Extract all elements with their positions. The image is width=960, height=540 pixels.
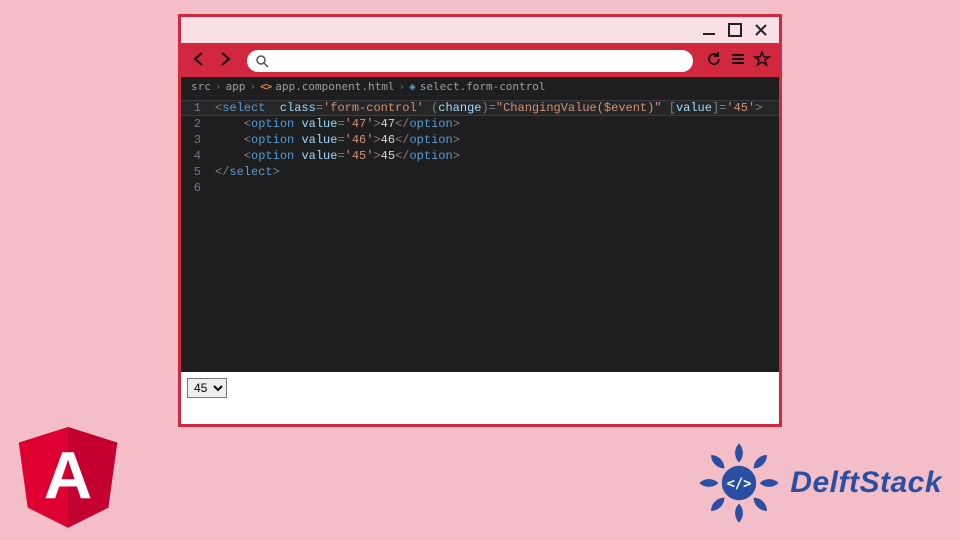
line-number: 2 [187, 116, 201, 132]
chevron-right-icon: › [398, 80, 405, 93]
maximize-icon[interactable] [727, 22, 743, 38]
preview-pane: 474645 [181, 372, 779, 424]
url-bar[interactable] [247, 50, 693, 72]
forward-icon[interactable] [215, 49, 235, 74]
breadcrumb-segment[interactable]: app [226, 80, 246, 93]
line-number: 6 [187, 180, 201, 196]
code-line[interactable]: </select> [215, 164, 762, 180]
browser-window: src › app › <> app.component.html › ◈ se… [178, 14, 782, 427]
code-line[interactable]: <option value='47'>47</option> [215, 116, 762, 132]
breadcrumb-segment[interactable]: select.form-control [420, 80, 546, 93]
html-file-icon: <> [260, 80, 271, 93]
breadcrumb-segment[interactable]: app.component.html [275, 80, 394, 93]
symbol-icon: ◈ [409, 80, 416, 93]
code-line[interactable]: <option value='46'>46</option> [215, 132, 762, 148]
search-icon [255, 54, 269, 73]
line-number: 5 [187, 164, 201, 180]
star-icon[interactable] [753, 50, 771, 73]
minimize-icon[interactable] [701, 22, 717, 38]
back-icon[interactable] [189, 49, 209, 74]
line-number-gutter: 123456 [181, 96, 209, 372]
svg-text:</>: </> [727, 476, 752, 492]
code-line[interactable]: <select class='form-control' (change)="C… [215, 100, 762, 116]
line-number: 3 [187, 132, 201, 148]
menu-icon[interactable] [729, 50, 747, 73]
mandala-icon: </> [696, 440, 782, 526]
code-line[interactable]: <option value='45'>45</option> [215, 148, 762, 164]
breadcrumb-segment[interactable]: src [191, 80, 211, 93]
line-number: 4 [187, 148, 201, 164]
code-area[interactable]: <select class='form-control' (change)="C… [209, 96, 762, 372]
browser-toolbar [181, 45, 779, 77]
delftstack-logo: </> DelftStack [696, 440, 942, 526]
editor-breadcrumb: src › app › <> app.component.html › ◈ se… [181, 77, 779, 96]
window-titlebar [181, 17, 779, 45]
chevron-right-icon: › [249, 80, 256, 93]
angular-logo: A [12, 418, 124, 530]
close-icon[interactable] [753, 22, 769, 38]
svg-text:A: A [44, 439, 93, 514]
demo-select[interactable]: 474645 [187, 378, 227, 398]
delftstack-text: DelftStack [790, 466, 942, 500]
code-editor[interactable]: 123456 <select class='form-control' (cha… [181, 96, 779, 372]
refresh-icon[interactable] [705, 50, 723, 73]
url-input[interactable] [275, 54, 693, 68]
chevron-right-icon: › [215, 80, 222, 93]
code-line[interactable] [215, 180, 762, 196]
